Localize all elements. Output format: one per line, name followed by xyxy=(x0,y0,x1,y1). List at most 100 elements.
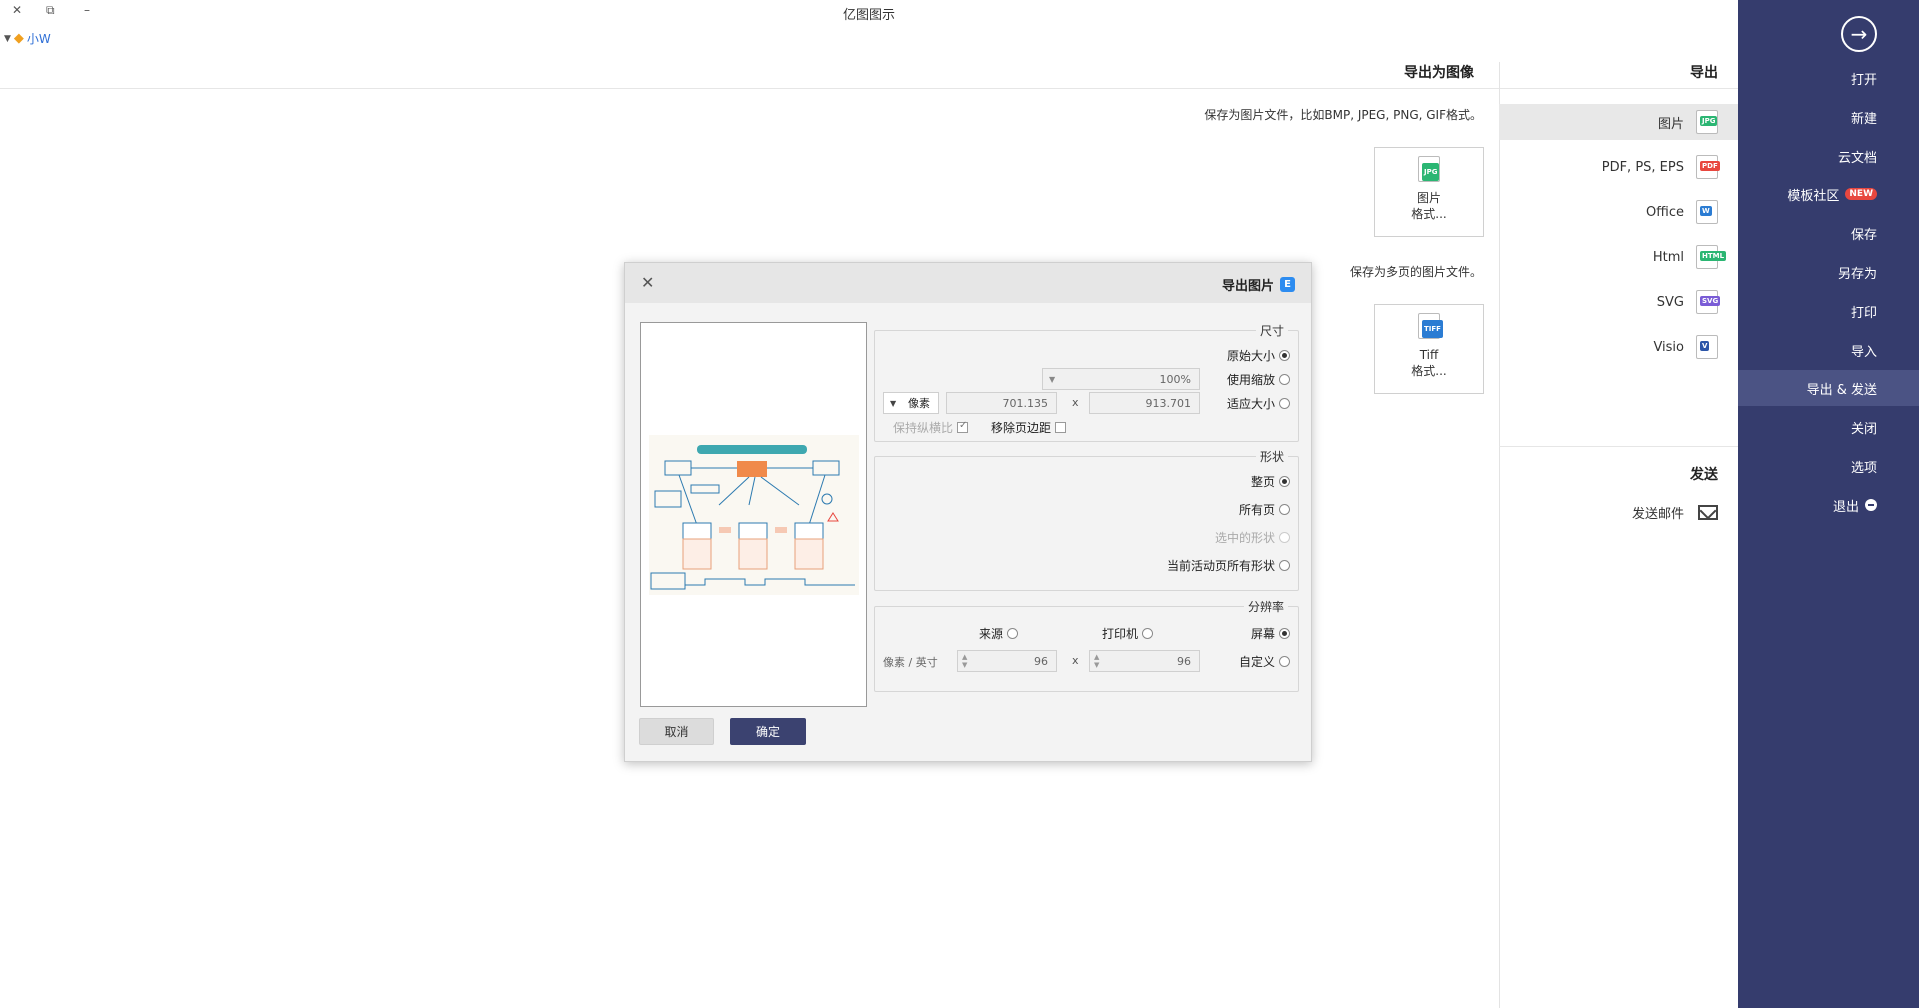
radio-button xyxy=(1279,656,1290,667)
card-sublabel: 格式... xyxy=(1411,207,1447,221)
dpi-y-value: 96 xyxy=(1034,654,1048,668)
checkbox xyxy=(957,420,968,433)
pdf-file-icon: PDF xyxy=(1696,155,1720,179)
current-page-shapes-radio[interactable]: 当前活动页所有形状 xyxy=(1167,557,1290,574)
nav-label: 另存为 xyxy=(1837,266,1877,282)
nav-item-close[interactable]: 关闭 xyxy=(1738,409,1919,445)
size-unit-select[interactable]: ▼ 像素 xyxy=(883,392,939,414)
back-arrow-icon[interactable]: → xyxy=(1841,16,1877,52)
export-preview xyxy=(640,322,867,707)
size-group: 尺寸 原始大小 使用缩放 ▼ 100% 适应大小 913.701 x 701.1… xyxy=(874,322,1299,442)
export-format-image[interactable]: 图片 JPG xyxy=(1499,104,1738,140)
custom-resolution-radio[interactable]: 自定义 xyxy=(1239,653,1290,670)
export-format-office[interactable]: Office W xyxy=(1499,194,1738,230)
dpi-x-field[interactable]: ▲ ▼ 96 xyxy=(1089,650,1200,672)
keep-ratio-checkbox[interactable]: 保持纵横比 xyxy=(893,419,968,436)
height-value: 701.135 xyxy=(1002,396,1049,410)
chevron-down-icon: ▼ xyxy=(4,33,11,44)
file-tag: TIFF xyxy=(1422,320,1443,338)
window-title: 亿图图示 xyxy=(842,8,895,23)
confirm-button[interactable]: 确定 xyxy=(730,718,806,745)
resolution-group-label: 分辨率 xyxy=(1243,598,1288,615)
whole-page-radio[interactable]: 整页 xyxy=(1251,473,1290,490)
page-title: 导出为图像 xyxy=(1404,65,1474,81)
tiff-file-icon: TIFF xyxy=(1418,313,1443,339)
fit-size-radio[interactable]: 适应大小 xyxy=(1227,395,1290,412)
image-export-description: 保存为图片文件，比如BMP, JPEG, PNG, GIF格式。 xyxy=(1204,108,1482,122)
radio-label: 选中的形状 xyxy=(1214,531,1275,545)
send-divider xyxy=(1499,446,1738,447)
radio-button xyxy=(1279,532,1290,543)
nav-item-open[interactable]: 打开 xyxy=(1738,60,1919,96)
nav-item-template-community[interactable]: 模板社区 NEW xyxy=(1738,176,1919,212)
screen-resolution-radio[interactable]: 屏幕 xyxy=(1251,625,1290,642)
nav-label: 保存 xyxy=(1850,227,1877,243)
nav-item-import[interactable]: 导入 xyxy=(1738,332,1919,368)
send-email-label: 发送邮件 xyxy=(1631,506,1684,522)
height-field[interactable]: 701.135 xyxy=(946,392,1057,414)
new-badge: NEW xyxy=(1845,188,1877,200)
title-bar: 亿图图示 ✕ ⧉ – xyxy=(0,0,1738,26)
nav-item-print[interactable]: 打印 xyxy=(1738,293,1919,329)
size-group-label: 尺寸 xyxy=(1255,322,1288,339)
remove-margin-checkbox[interactable]: 移除页边距 xyxy=(991,419,1066,436)
user-menu[interactable]: ▼ ◆ 小W xyxy=(4,30,51,47)
html-file-icon: HTML xyxy=(1696,245,1727,269)
dialog-title: 导出图片 E xyxy=(1222,275,1295,294)
selected-shapes-radio[interactable]: 选中的形状 xyxy=(1215,529,1290,546)
radio-label: 自定义 xyxy=(1238,655,1275,669)
radio-label: 原始大小 xyxy=(1226,349,1275,363)
jpg-file-icon: JPG xyxy=(1696,110,1718,134)
radio-label: 使用缩放 xyxy=(1226,373,1275,387)
image-format-card[interactable]: JPG 图片 格式... xyxy=(1374,147,1484,237)
use-zoom-radio[interactable]: 使用缩放 xyxy=(1227,371,1290,388)
radio-label: 屏幕 xyxy=(1250,627,1275,641)
nav-label: 导出 & 发送 xyxy=(1806,382,1877,398)
send-heading: 发送 xyxy=(1690,467,1718,483)
nav-label: 导入 xyxy=(1850,344,1877,360)
chevron-down-icon: ▼ xyxy=(1049,374,1056,384)
card-label: Tiff xyxy=(1419,348,1439,362)
all-pages-radio[interactable]: 所有页 xyxy=(1239,501,1290,518)
nav-item-new[interactable]: 新建 xyxy=(1738,99,1919,135)
zoom-select[interactable]: ▼ 100% xyxy=(1042,368,1200,390)
radio-label: 当前活动页所有形状 xyxy=(1166,559,1275,573)
nav-label: 选项 xyxy=(1850,460,1877,476)
export-format-pdf[interactable]: PDF, PS, EPS PDF xyxy=(1499,149,1738,185)
width-field[interactable]: 913.701 xyxy=(1089,392,1200,414)
minimize-window-icon[interactable]: – xyxy=(84,3,90,17)
nav-item-export-send[interactable]: 导出 & 发送 xyxy=(1738,370,1919,406)
cancel-button[interactable]: 取消 xyxy=(639,718,714,745)
send-email-button[interactable]: 发送邮件 xyxy=(1499,494,1738,530)
close-window-icon[interactable]: ✕ xyxy=(12,3,22,17)
dpi-x-value: 96 xyxy=(1177,654,1191,668)
source-resolution-radio[interactable]: 来源 xyxy=(979,625,1018,642)
export-heading: 导出 xyxy=(1690,65,1718,81)
restore-window-icon[interactable]: ⧉ xyxy=(46,3,55,18)
nav-item-save-as[interactable]: 另存为 xyxy=(1738,254,1919,290)
nav-label: 新建 xyxy=(1850,111,1877,127)
file-tag: HTML xyxy=(1700,251,1727,261)
nav-item-options[interactable]: 选项 xyxy=(1738,448,1919,484)
printer-resolution-radio[interactable]: 打印机 xyxy=(1102,625,1153,642)
export-format-visio[interactable]: Visio V xyxy=(1499,329,1738,365)
tiff-format-card[interactable]: TIFF Tiff 格式... xyxy=(1374,304,1484,394)
app-window: 亿图图示 ✕ ⧉ – ▼ ◆ 小W → 打开 新建 云文档 模板社区 NEW 保存… xyxy=(0,0,1919,1008)
close-icon[interactable]: ✕ xyxy=(641,273,654,292)
nav-label: 打开 xyxy=(1850,72,1877,88)
dpi-y-field[interactable]: ▲ ▼ 96 xyxy=(957,650,1057,672)
nav-item-save[interactable]: 保存 xyxy=(1738,215,1919,251)
tiff-export-description: 保存为多页的图片文件。 xyxy=(1349,265,1482,279)
radio-label: 适应大小 xyxy=(1226,397,1275,411)
file-tag: W xyxy=(1700,206,1712,216)
original-size-radio[interactable]: 原始大小 xyxy=(1227,347,1290,364)
dpi-unit-label: 像素 / 英寸 xyxy=(883,656,938,669)
nav-item-exit[interactable]: 退出 xyxy=(1738,487,1919,523)
unit-value: 像素 xyxy=(908,397,930,410)
radio-label: 打印机 xyxy=(1101,627,1138,641)
radio-label: 整页 xyxy=(1250,475,1275,489)
nav-item-cloud-docs[interactable]: 云文档 xyxy=(1738,138,1919,174)
radio-label: 所有页 xyxy=(1238,503,1275,517)
export-format-svg[interactable]: SVG SVG xyxy=(1499,284,1738,320)
export-format-html[interactable]: Html HTML xyxy=(1499,239,1738,275)
